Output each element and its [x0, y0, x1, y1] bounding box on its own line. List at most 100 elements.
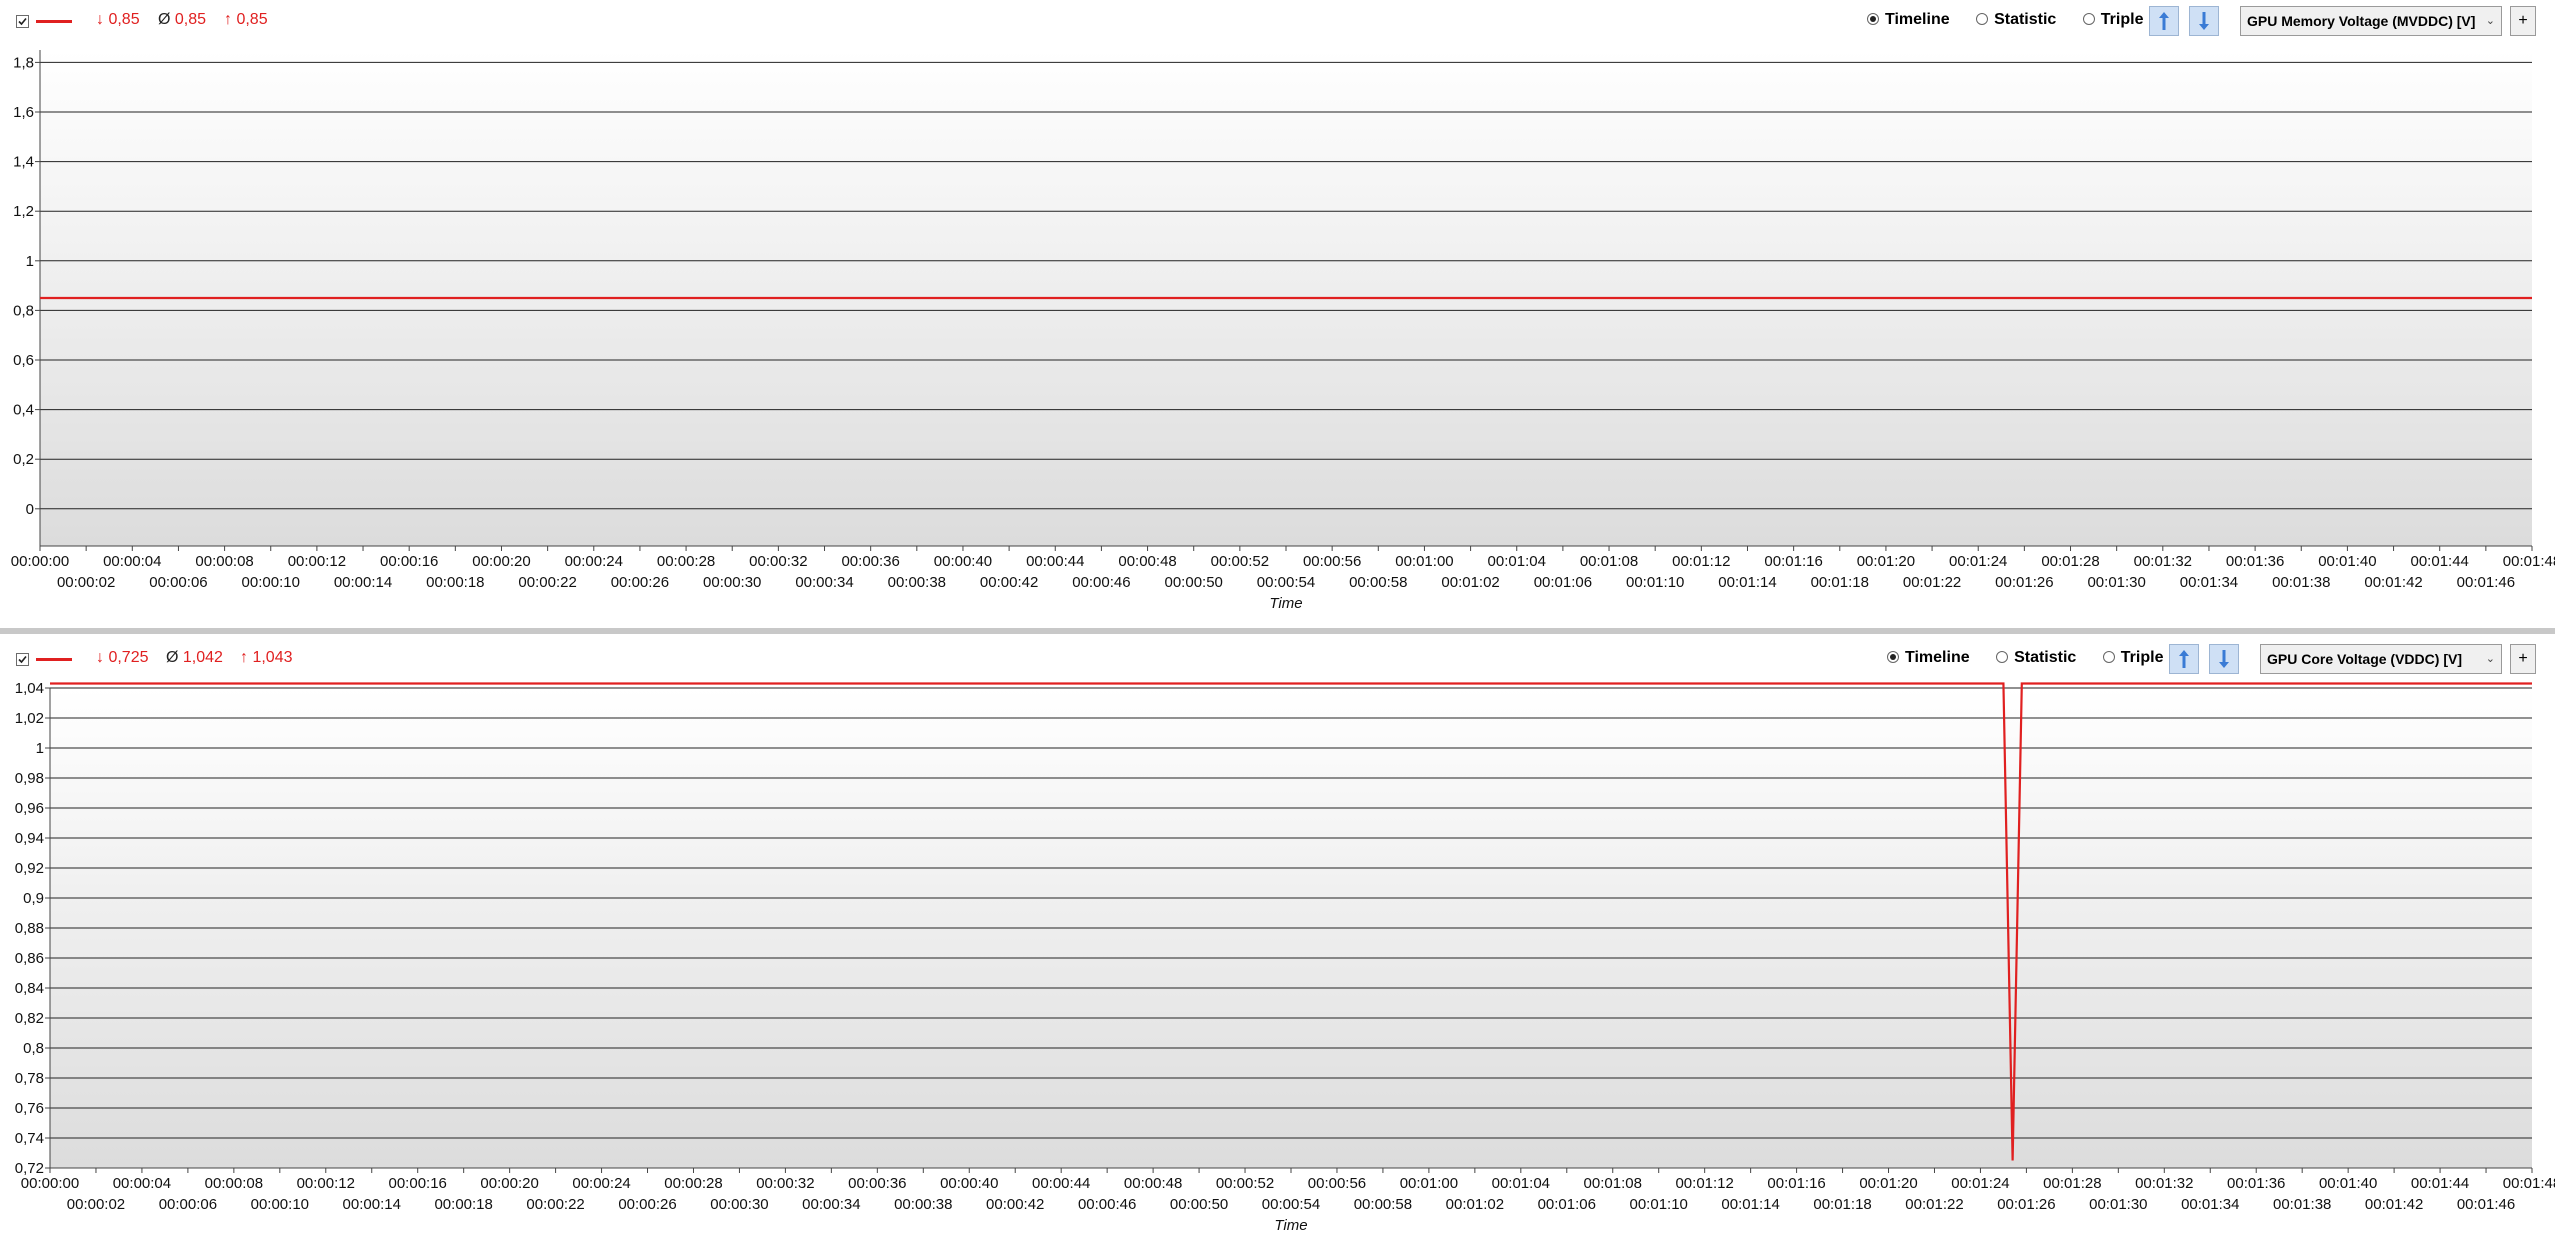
x-tick-label: 00:01:16 — [1767, 1175, 1825, 1192]
radio-statistic[interactable] — [1976, 13, 1989, 25]
x-tick-label: 00:00:28 — [664, 1175, 722, 1192]
x-tick-label: 00:01:42 — [2365, 1196, 2423, 1213]
x-tick-label: 00:00:34 — [795, 574, 853, 591]
sensor-select-value: GPU Memory Voltage (MVDDC) [V] — [2247, 13, 2476, 29]
x-tick-label: 00:00:38 — [888, 574, 946, 591]
x-tick-label: 00:01:08 — [1580, 553, 1638, 570]
y-tick-label: 1,4 — [13, 154, 34, 171]
x-tick-label: 00:00:40 — [934, 553, 992, 570]
x-tick-label: 00:01:12 — [1672, 553, 1730, 570]
x-tick-label: 00:00:28 — [657, 553, 715, 570]
chevron-down-icon: ⌄ — [2485, 653, 2495, 665]
view-mode-group: Timeline Statistic Triple — [1887, 649, 2185, 667]
x-tick-label: 00:01:40 — [2318, 553, 2376, 570]
x-tick-label: 00:01:02 — [1441, 574, 1499, 591]
memory-voltage-chart: 0 0,2 0,4 0,6 0,8 1 1,2 1,4 1,6 1,8 00:00:00 00:00:… — [11, 50, 2555, 612]
y-tick-label: 0,8 — [13, 302, 34, 319]
x-tick-label: 00:00:30 — [703, 574, 761, 591]
radio-statistic[interactable] — [1996, 651, 2009, 663]
x-tick-label: 00:00:44 — [1032, 1175, 1090, 1192]
x-tick-label: 00:00:22 — [518, 574, 576, 591]
radio-triple-label[interactable]: Triple — [2101, 11, 2144, 28]
x-tick-label: 00:01:48 — [2503, 1175, 2555, 1192]
x-tick-label: 00:01:04 — [1488, 553, 1546, 570]
sensor-select[interactable]: GPU Core Voltage (VDDC) [V] ⌄ — [2260, 644, 2502, 674]
x-tick-label: 00:01:04 — [1492, 1175, 1550, 1192]
x-tick-label: 00:00:52 — [1211, 553, 1269, 570]
move-up-button[interactable] — [2149, 6, 2179, 36]
x-tick-label: 00:01:24 — [1949, 553, 2007, 570]
x-tick-label: 00:01:44 — [2411, 553, 2469, 570]
radio-triple[interactable] — [2082, 13, 2095, 25]
x-tick-label: 00:01:38 — [2273, 1196, 2331, 1213]
x-tick-label: 00:00:54 — [1257, 574, 1315, 591]
panel-toolbar: ↓ 0,725 Ø 1,042 ↑ 1,043 Timeline Statist… — [0, 638, 2555, 682]
x-tick-label: 00:00:50 — [1170, 1196, 1228, 1213]
radio-timeline[interactable] — [1867, 13, 1879, 25]
x-tick-label: 00:00:36 — [841, 553, 899, 570]
radio-statistic-label[interactable]: Statistic — [1994, 11, 2056, 28]
x-tick-label: 00:00:38 — [894, 1196, 952, 1213]
radio-statistic-label[interactable]: Statistic — [2014, 649, 2076, 666]
x-tick-label: 00:00:26 — [618, 1196, 676, 1213]
x-tick-label: 00:00:10 — [242, 574, 300, 591]
x-tick-label: 00:01:30 — [2089, 1196, 2147, 1213]
x-tick-label: 00:00:56 — [1303, 553, 1361, 570]
arrow-down-icon — [2219, 650, 2229, 668]
panel-splitter[interactable] — [0, 628, 2555, 634]
radio-timeline[interactable] — [1887, 651, 1899, 663]
x-tick-label: 00:01:14 — [1721, 1196, 1779, 1213]
move-down-button[interactable] — [2209, 644, 2239, 674]
y-tick-label: 0,2 — [13, 451, 34, 468]
x-tick-label: 00:01:16 — [1764, 553, 1822, 570]
x-tick-label: 00:00:46 — [1078, 1196, 1136, 1213]
avg-stat: Ø 1,042 — [166, 649, 223, 667]
x-tick-label: 00:00:58 — [1349, 574, 1407, 591]
core-voltage-chart: 0,720,740,760,780,80,820,840,860,880,90,… — [15, 682, 2555, 1234]
move-down-button[interactable] — [2189, 6, 2219, 36]
x-tick-label: 00:00:20 — [480, 1175, 538, 1192]
y-tick-label: 0,6 — [13, 352, 34, 369]
add-panel-button[interactable]: + — [2510, 644, 2536, 674]
x-tick-label: 00:00:44 — [1026, 553, 1084, 570]
arrow-up-icon — [2179, 650, 2189, 668]
x-tick-label: 00:01:34 — [2181, 1196, 2239, 1213]
y-tick-label: 0,82 — [15, 1010, 44, 1027]
y-tick-label: 0,86 — [15, 950, 44, 967]
radio-timeline-label[interactable]: Timeline — [1905, 649, 1970, 666]
x-tick-label: 00:00:04 — [113, 1175, 171, 1192]
move-up-button[interactable] — [2169, 644, 2199, 674]
x-tick-label: 00:01:42 — [2364, 574, 2422, 591]
x-tick-label: 00:00:12 — [288, 553, 346, 570]
x-tick-label: 00:01:48 — [2503, 553, 2555, 570]
x-tick-label: 00:00:08 — [205, 1175, 263, 1192]
x-tick-label: 00:00:24 — [572, 1175, 630, 1192]
avg-value: 1,042 — [182, 649, 223, 666]
x-tick-label: 00:01:22 — [1903, 574, 1961, 591]
x-tick-label: 00:00:12 — [297, 1175, 355, 1192]
chevron-down-icon: ⌄ — [2485, 15, 2495, 27]
x-tick-label: 00:00:32 — [756, 1175, 814, 1192]
add-panel-button[interactable]: + — [2510, 6, 2536, 36]
series-color-swatch — [36, 658, 72, 661]
x-tick-label: 00:01:30 — [2087, 574, 2145, 591]
x-tick-label: 00:00:24 — [565, 553, 623, 570]
x-tick-label: 00:01:36 — [2227, 1175, 2285, 1192]
x-tick-label: 00:00:04 — [103, 553, 161, 570]
x-tick-label: 00:01:28 — [2043, 1175, 2101, 1192]
x-tick-label: 00:00:48 — [1118, 553, 1176, 570]
y-tick-label: 0,94 — [15, 830, 44, 847]
sensor-select[interactable]: GPU Memory Voltage (MVDDC) [V] ⌄ — [2240, 6, 2502, 36]
radio-triple[interactable] — [2102, 651, 2115, 663]
radio-timeline-label[interactable]: Timeline — [1885, 11, 1950, 28]
x-tick-label: 00:01:02 — [1446, 1196, 1504, 1213]
radio-triple-label[interactable]: Triple — [2121, 649, 2164, 666]
x-tick-label: 00:00:06 — [159, 1196, 217, 1213]
y-tick-label: 0,4 — [13, 402, 34, 419]
x-tick-label: 00:00:54 — [1262, 1196, 1320, 1213]
series-visibility-checkbox[interactable] — [16, 15, 29, 28]
x-tick-label: 00:01:32 — [2135, 1175, 2193, 1192]
x-tick-label: 00:00:50 — [1165, 574, 1223, 591]
series-visibility-checkbox[interactable] — [16, 653, 29, 666]
x-tick-label: 00:01:46 — [2457, 574, 2515, 591]
